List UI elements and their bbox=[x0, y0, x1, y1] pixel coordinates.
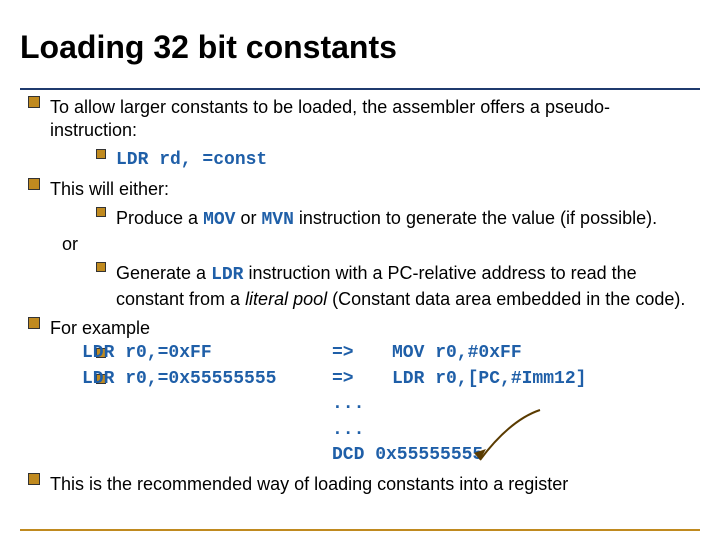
table-row: DCD 0x55555555 bbox=[62, 444, 692, 467]
bullet-3: For example bbox=[28, 317, 692, 340]
ex2-right: LDR r0,[PC,#Imm12] bbox=[392, 368, 692, 391]
ex2-left: LDR r0,=0x55555555 bbox=[82, 368, 332, 391]
page-title: Loading 32 bit constants bbox=[0, 21, 720, 66]
square-bullet-icon bbox=[96, 207, 106, 217]
text: Generate a bbox=[116, 263, 211, 283]
ex-arrow: => bbox=[332, 368, 392, 391]
literal-pool: literal pool bbox=[245, 289, 327, 309]
example-table: LDR r0,=0xFF => MOV r0,#0xFF LDR r0,=0x5… bbox=[62, 342, 692, 467]
text: or bbox=[235, 208, 261, 228]
square-bullet-icon bbox=[28, 178, 40, 190]
square-bullet-icon bbox=[28, 96, 40, 108]
bullet-4-text: This is the recommended way of loading c… bbox=[50, 473, 692, 496]
code-mov: MOV bbox=[203, 210, 235, 230]
slide-body: To allow larger constants to be loaded, … bbox=[28, 96, 692, 497]
square-bullet-icon bbox=[96, 149, 106, 159]
bullet-2a-text: Produce a MOV or MVN instruction to gene… bbox=[116, 207, 692, 232]
bullet-1: To allow larger constants to be loaded, … bbox=[28, 96, 692, 143]
table-row: ... bbox=[62, 393, 692, 416]
footer-rule bbox=[20, 529, 700, 531]
code-ldr-const: LDR rd, =const bbox=[116, 149, 692, 172]
bullet-2-sub-a: Produce a MOV or MVN instruction to gene… bbox=[62, 207, 692, 232]
square-bullet-icon bbox=[28, 473, 40, 485]
bullet-4: This is the recommended way of loading c… bbox=[28, 473, 692, 496]
code-mvn: MVN bbox=[261, 210, 293, 230]
ex-arrow: => bbox=[332, 342, 392, 365]
ex1-right: MOV r0,#0xFF bbox=[392, 342, 692, 365]
bullet-3-text: For example bbox=[50, 317, 692, 340]
bullet-2-text: This will either: bbox=[50, 178, 692, 201]
text: Produce a bbox=[116, 208, 203, 228]
bullet-2-or: or bbox=[62, 233, 692, 256]
title-underline bbox=[20, 88, 700, 90]
square-bullet-icon bbox=[28, 317, 40, 329]
text: (Constant data area embedded in the code… bbox=[327, 289, 685, 309]
ex-dots: ... bbox=[332, 393, 392, 416]
bullet-1-sub: LDR rd, =const bbox=[62, 149, 692, 172]
ex-dcd: DCD 0x55555555 bbox=[332, 444, 692, 467]
ex1-left: LDR r0,=0xFF bbox=[82, 342, 332, 365]
table-row: ... bbox=[62, 419, 692, 442]
ex-dots: ... bbox=[332, 419, 392, 442]
table-row: LDR r0,=0x55555555 => LDR r0,[PC,#Imm12] bbox=[62, 368, 692, 391]
bullet-1-text: To allow larger constants to be loaded, … bbox=[50, 96, 692, 143]
bullet-2: This will either: bbox=[28, 178, 692, 201]
text: instruction to generate the value (if po… bbox=[294, 208, 657, 228]
bullet-2-sub-b: Generate a LDR instruction with a PC-rel… bbox=[62, 262, 692, 311]
bullet-2b-text: Generate a LDR instruction with a PC-rel… bbox=[116, 262, 692, 311]
table-row: LDR r0,=0xFF => MOV r0,#0xFF bbox=[62, 342, 692, 365]
code-ldr: LDR bbox=[211, 265, 243, 285]
square-bullet-icon bbox=[96, 262, 106, 272]
